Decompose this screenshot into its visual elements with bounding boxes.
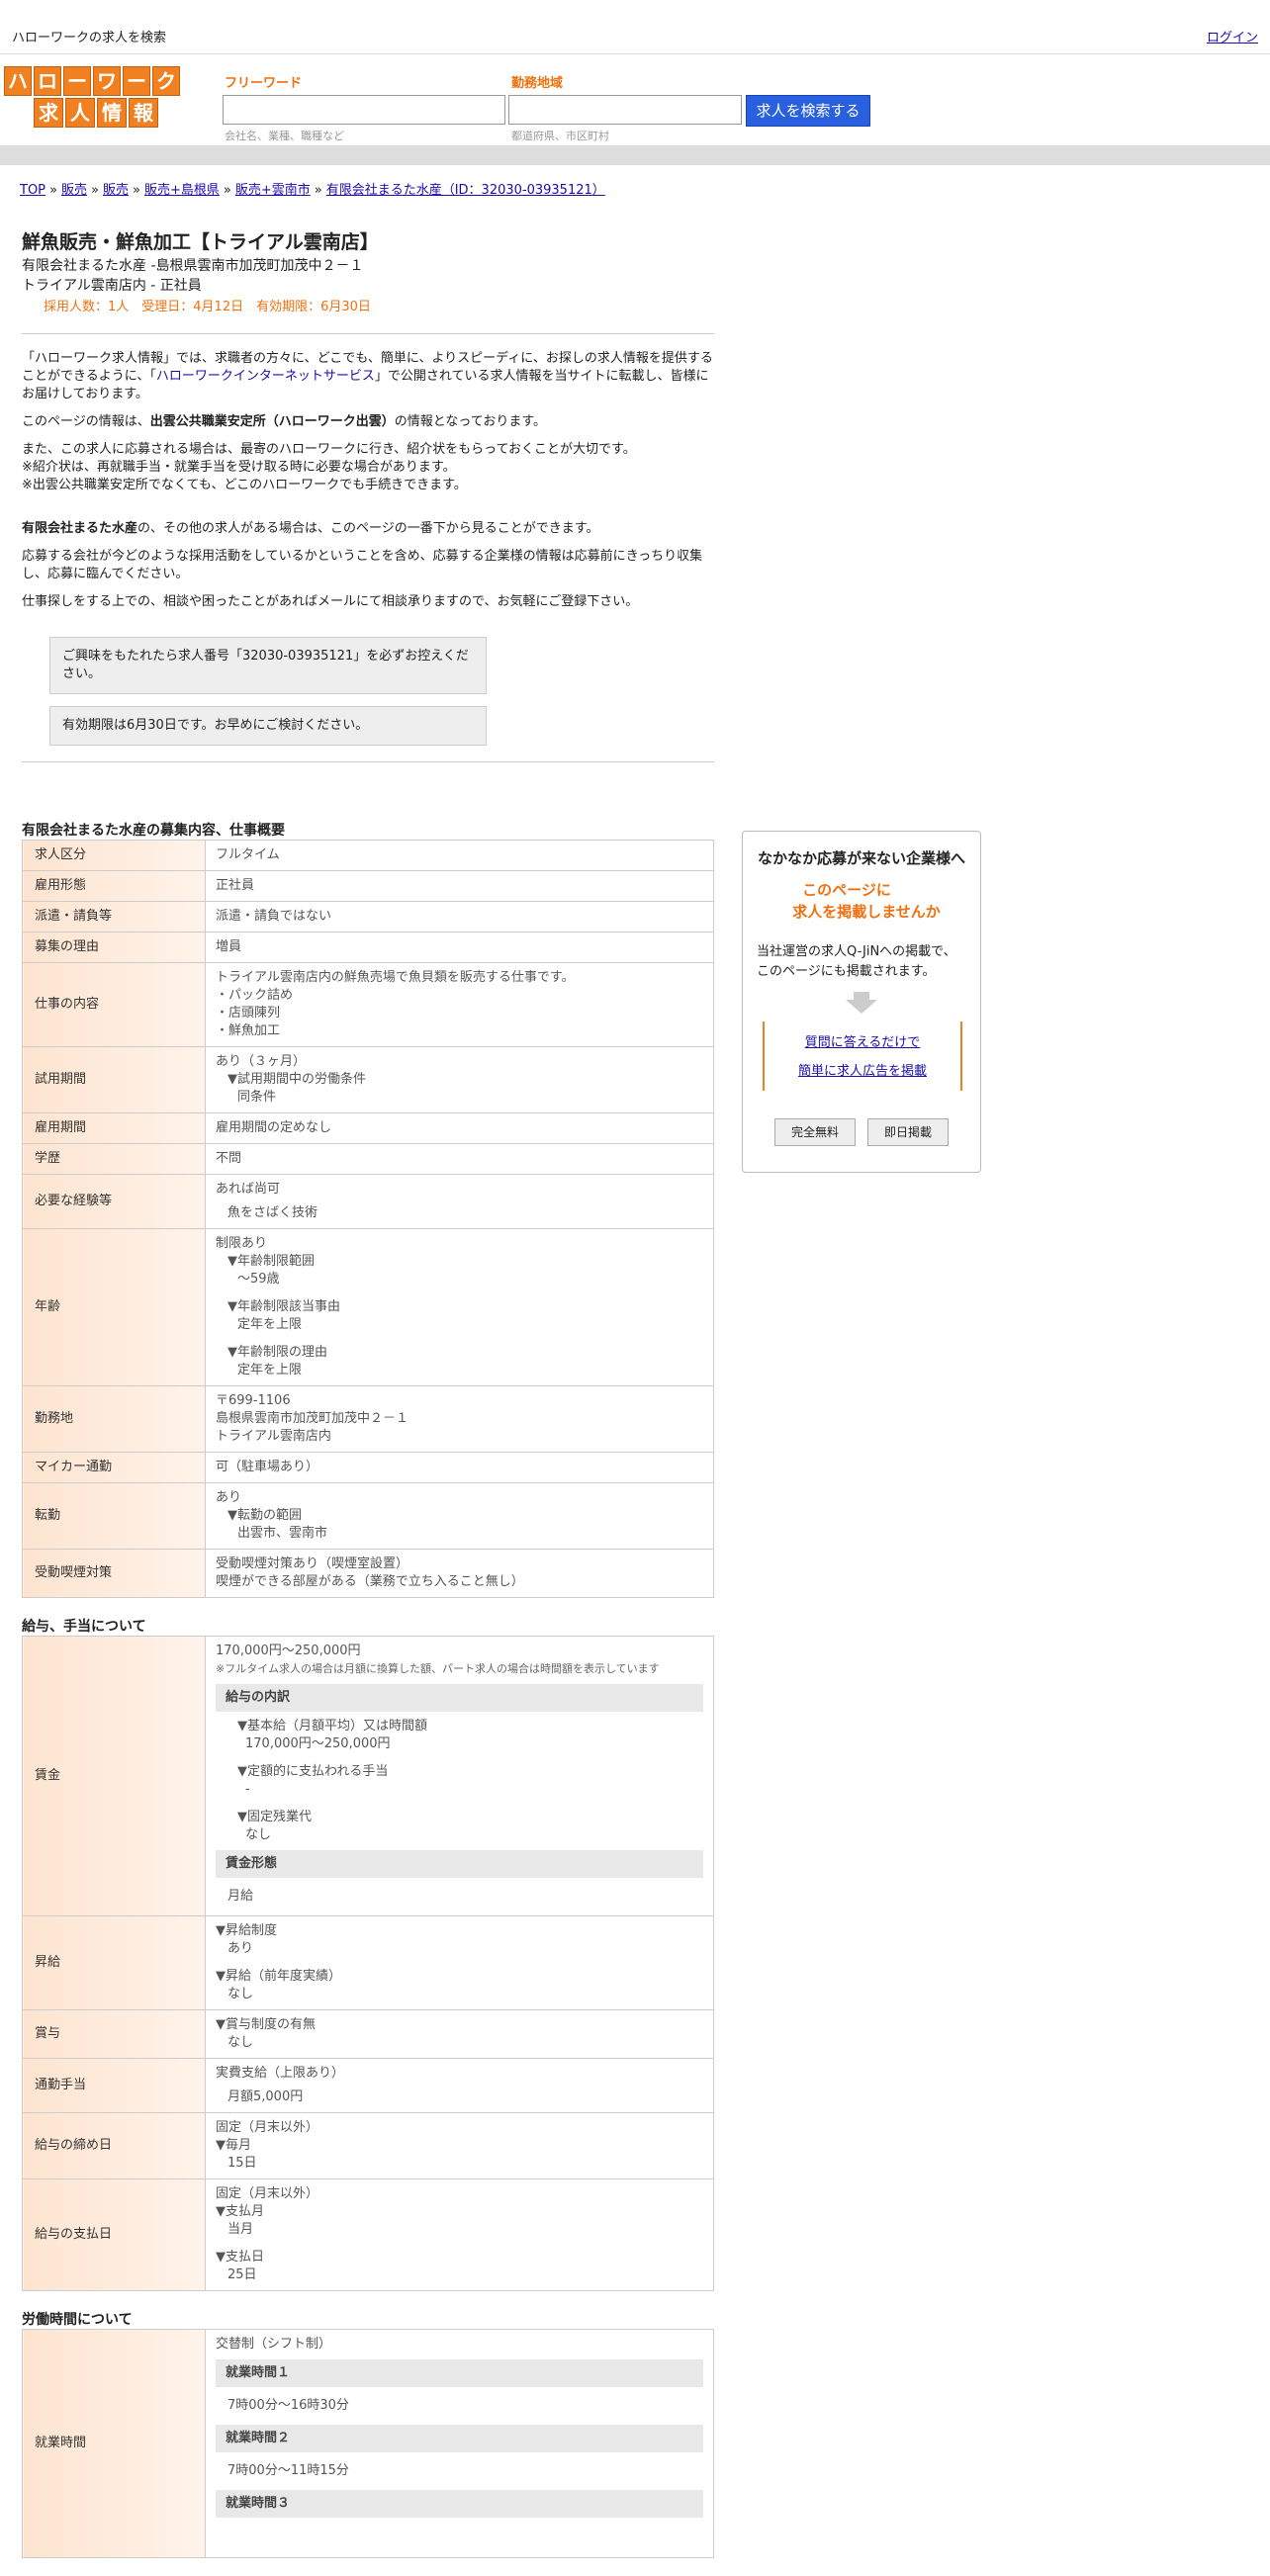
salary-table: 賃金 170,000円〜250,000円 ※フルタイム求人の場合は月額に換算した… (22, 1636, 714, 2291)
hellowork-logo[interactable]: ハ ロ ー ワ ー ク 求 人 情 報 (4, 66, 180, 128)
table-row: 学歴 不問 (22, 1143, 714, 1175)
search-button[interactable]: 求人を検索する (746, 95, 870, 127)
main-content: 鮮魚販売・鮮魚加工【トライアル雲南店】 有限会社まるた水産 -島根県雲南市加茂町… (22, 227, 714, 2576)
company-line: 有限会社まるた水産 -島根県雲南市加茂町加茂中２－１ (22, 258, 364, 274)
office-paragraph: このページの情報は、出雲公共職業安定所（ハローワーク出雲）の情報となっております… (22, 414, 547, 429)
advertise-heading: なかなか応募が来ない企業様へ (757, 849, 965, 867)
section-title-salary: 給与、手当について (22, 1619, 146, 1635)
area-hint: 都道府県、市区町村 (511, 130, 609, 142)
area-input[interactable] (508, 95, 742, 125)
login-link[interactable]: ログイン (1207, 27, 1258, 45)
table-row: 給与の締め日 固定（月末以外） ▼毎月 15日 (22, 2112, 714, 2179)
table-row: 昇給 ▼昇給制度 あり ▼昇給（前年度実績） なし (22, 1915, 714, 2010)
table-row: 仕事の内容 トライアル雲南店内の鮮魚売場で魚貝類を販売する仕事です。 ・パック詰め・… (22, 962, 714, 1047)
breadcrumb: TOP» 販売» 販売» 販売+島根県» 販売+雲南市» 有限会社まるた水産（ID：320… (20, 183, 605, 198)
apply-paragraph: また、この求人に応募される場合は、最寄のハローワークに行き、紹介状をもらっておく… (22, 442, 636, 492)
job-number-notice: ご興味をもたれたら求人番号「32030-03935121」を必ずお控えください。 (49, 637, 487, 694)
breadcrumb-link[interactable]: 販売+島根県 (144, 183, 220, 198)
table-row: 求人区分 フルタイム (22, 840, 714, 871)
other-jobs-paragraph: 有限会社まるた水産の、その他の求人がある場合は、このページの一番下から見ることが… (22, 521, 599, 536)
job-meta: 採用人数：1人 受理日：4月12日 有効期限：6月30日 (44, 300, 371, 314)
site-title: ハローワークの求人を検索 (12, 31, 167, 45)
table-row: 年齢 制限あり ▼年齢制限範囲 〜59歳 ▼年齢制限該当事由 定年を上限 ▼年齢制限の理由定… (22, 1228, 714, 1386)
freeword-hint: 会社名、業種、職種など (225, 130, 344, 142)
logo-char: 人 (65, 98, 95, 128)
logo-char: ワ (93, 66, 121, 96)
table-row: 就業時間 交替制（シフト制） 就業時間１ 7時00分〜16時30分 就業時間２ … (22, 2329, 714, 2558)
freeword-input[interactable] (223, 95, 505, 125)
table-row: 賞与 ▼賞与制度の有無 なし (22, 2009, 714, 2059)
breadcrumb-link[interactable]: 販売+雲南市 (235, 183, 311, 198)
table-row: 雇用形態 正社員 (22, 870, 714, 902)
table-row: 通勤手当 実費支給（上限あり） 月額5,000円 (22, 2058, 714, 2113)
table-row: 派遣・請負等 派遣・請負ではない (22, 901, 714, 933)
free-badge: 完全無料 (774, 1118, 856, 1146)
breadcrumb-link[interactable]: 販売 (61, 183, 87, 198)
advertise-link-answer[interactable]: 質問に答えるだけで (765, 1031, 960, 1050)
table-row: 勤務地 〒699-1106 島根県雲南市加茂町加茂中２－１ トライアル雲南店内 (22, 1385, 714, 1453)
same-day-badge: 即日掲載 (867, 1118, 949, 1146)
arrow-down-icon (846, 992, 877, 1014)
advertise-link-post[interactable]: 簡単に求人広告を掲載 (765, 1060, 960, 1079)
table-row: 受動喫煙対策 受動喫煙対策あり（喫煙室設置） 喫煙ができる部屋がある（業務で立ち入る… (22, 1549, 714, 1598)
area-label: 勤務地域 (511, 76, 564, 91)
job-title: 鮮魚販売・鮮魚加工【トライアル雲南店】 (22, 231, 379, 253)
logo-char: 情 (97, 98, 127, 128)
table-row: 給与の支払日 固定（月末以外） ▼支払月 当月 ▼支払日 25日 (22, 2178, 714, 2291)
top-bar: ハローワークの求人を検索 ログイン (0, 0, 1270, 54)
logo-char: ロ (34, 66, 61, 96)
logo-char: ー (123, 66, 150, 96)
logo-char: 求 (34, 98, 63, 128)
breadcrumb-link[interactable]: 販売 (103, 183, 129, 198)
advertise-catch: このページに 求人を掲載しませんか (792, 881, 941, 921)
freeword-label: フリーワード (225, 76, 303, 91)
table-row: 雇用期間 雇用期間の定めなし (22, 1112, 714, 1144)
hellowork-internet-link[interactable]: ハローワークインターネットサービス (156, 369, 375, 384)
section-title-hours: 労働時間について (22, 2312, 133, 2328)
section-title-overview: 有限会社まるた水産の募集内容、仕事概要 (22, 823, 285, 839)
table-row: 試用期間 あり（３ヶ月） ▼試用期間中の労働条件 同条件 (22, 1046, 714, 1113)
divider (22, 333, 714, 334)
header: ハ ロ ー ワ ー ク 求 人 情 報 フリーワード 会社名、業種、職種など 勤… (0, 54, 1270, 145)
divider (22, 761, 714, 762)
table-row: マイカー通勤 可（駐車場あり） (22, 1452, 714, 1483)
deadline-notice: 有効期限は6月30日です。お早めにご検討ください。 (49, 706, 487, 746)
consult-paragraph: 仕事探しをする上での、相談や困ったことがあればメールにて相談承りますので、お気軽… (22, 594, 639, 609)
breadcrumb-link[interactable]: TOP (20, 183, 45, 198)
overview-table: 求人区分 フルタイム 雇用形態 正社員 派遣・請負等 派遣・請負ではない 募集の理由増… (22, 840, 714, 1598)
research-paragraph: 応募する会社が今どのような採用活動をしているかということを含め、応募する企業様の… (22, 549, 703, 581)
advertise-links: 質問に答えるだけで 簡単に求人広告を掲載 (763, 1022, 962, 1091)
intro-paragraph: 「ハローワーク求人情報」では、求職者の方々に、どこでも、簡単に、よりスピーディに… (22, 351, 713, 401)
logo-char: 報 (129, 98, 158, 128)
table-row: 募集の理由 増員 (22, 932, 714, 963)
logo-char: ー (63, 66, 91, 96)
store-line: トライアル雲南店内 - 正社員 (22, 278, 202, 294)
header-band (0, 145, 1270, 165)
logo-char: ク (152, 66, 180, 96)
advertise-box: なかなか応募が来ない企業様へ このページに 求人を掲載しませんか 当社運営の求人Q… (742, 831, 981, 1173)
advertise-description: 当社運営の求人Q-JiNへの掲載で、 このページにも掲載されます。 (757, 944, 956, 979)
breadcrumb-link[interactable]: 有限会社まるた水産（ID：32030-03935121） (326, 183, 605, 198)
table-row: 転勤 あり ▼転勤の範囲 出雲市、雲南市 (22, 1482, 714, 1550)
hours-table: 就業時間 交替制（シフト制） 就業時間１ 7時00分〜16時30分 就業時間２ … (22, 2329, 714, 2558)
table-row: 賃金 170,000円〜250,000円 ※フルタイム求人の場合は月額に換算した… (22, 1636, 714, 1916)
logo-char: ハ (4, 66, 32, 96)
table-row: 必要な経験等 あれば尚可 魚をさばく技術 (22, 1174, 714, 1229)
